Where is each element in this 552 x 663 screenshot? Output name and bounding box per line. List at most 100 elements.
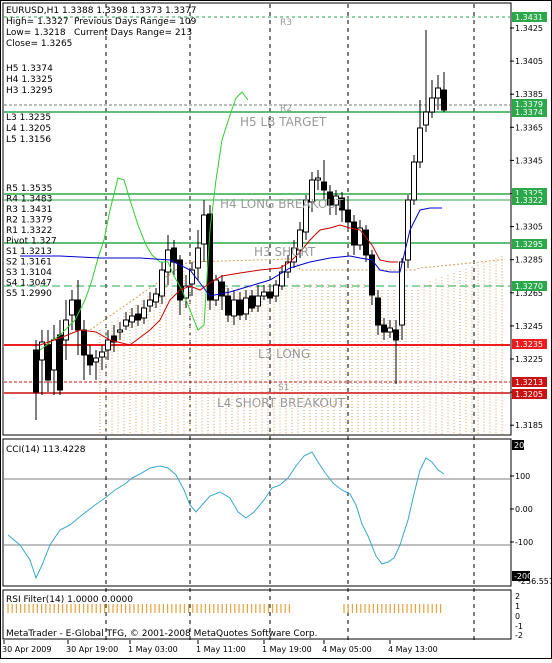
- close-text: Close= 1.3265: [6, 39, 72, 49]
- l5-value: L5 1.3156: [6, 135, 51, 145]
- candle-body: [165, 249, 171, 273]
- pivot-item: S4 1.3047: [6, 279, 52, 289]
- rsi-title: RSI Filter(14) 1.0000 0.0000: [6, 595, 133, 605]
- candle-body: [423, 111, 429, 126]
- low-text: Low= 1.3218: [6, 28, 66, 38]
- candle-body: [33, 349, 39, 393]
- copyright-footer: MetaTrader - E-Global TFG, © 2001-2008 M…: [6, 629, 318, 639]
- symbol-title: EURUSD,H1 1.3388 1.3398 1.3373 1.3377: [6, 6, 197, 16]
- candle-body: [231, 299, 237, 317]
- pivot-item: R3 1.3431: [6, 205, 52, 215]
- candle-body: [69, 299, 75, 316]
- candle-body: [123, 319, 129, 327]
- time-label: 1 May 11:00: [196, 645, 246, 654]
- price-tick-label: 1.3385: [515, 90, 543, 99]
- candle-body: [369, 254, 375, 296]
- price-tick-label: 1.3425: [515, 24, 543, 33]
- candle-body: [213, 279, 219, 301]
- cci-axis-label: -256.557: [518, 577, 552, 586]
- h4-breakout-label: H4 LONG BREAKOUT: [220, 197, 344, 211]
- cci-axis-label: -100: [515, 538, 533, 547]
- candle-body: [129, 315, 135, 323]
- candle-body: [93, 357, 99, 363]
- candle-body: [255, 295, 261, 307]
- candle-body: [381, 324, 387, 333]
- candle-body: [387, 327, 393, 333]
- candle-body: [153, 293, 159, 303]
- r2-label: R2: [280, 104, 292, 114]
- rsi-axis-label: 1: [515, 602, 520, 611]
- candle-body: [321, 181, 327, 191]
- price-tag-label: 1.3322: [515, 196, 543, 205]
- candle-body: [267, 291, 273, 299]
- price-tick-label: 1.3365: [515, 123, 543, 132]
- pivot-item: R4 1.3483: [6, 195, 52, 205]
- high-text: High= 1.3327: [6, 17, 69, 27]
- candle-body: [375, 297, 381, 326]
- mt4-chart-window[interactable]: EURUSD,H1 1.3388 1.3398 1.3373 1.3377 Hi…: [0, 0, 552, 659]
- candle-body: [195, 247, 201, 269]
- time-label: 4 May 13:00: [388, 645, 438, 654]
- candle-body: [159, 269, 165, 297]
- rsi-axis-label: 2: [515, 592, 520, 601]
- pivot-item: R2 1.3379: [6, 216, 53, 226]
- candle-body: [63, 319, 69, 341]
- candle-body: [411, 161, 417, 201]
- candle-body: [363, 229, 369, 256]
- candle-body: [99, 351, 105, 358]
- candle-body: [273, 284, 279, 297]
- price-tick-label: 1.3405: [515, 57, 543, 66]
- candle-body: [243, 297, 249, 315]
- candle-body: [441, 89, 447, 111]
- candle-body: [117, 329, 123, 333]
- price-tick-label: 1.3285: [515, 256, 543, 265]
- price-tag-label: 1.3270: [515, 282, 543, 291]
- cci-axis-label: 208.529: [514, 441, 547, 450]
- candle-body: [57, 334, 63, 391]
- h5-target-label: H5 LB TARGET: [240, 115, 327, 129]
- l3-value: L3 1.3235: [6, 113, 51, 123]
- s1-label: S1: [278, 383, 289, 393]
- candle-body: [51, 339, 57, 371]
- candle-body: [147, 299, 153, 307]
- price-tick-label: 1.3245: [515, 322, 543, 331]
- price-tick-label: 1.3305: [515, 223, 543, 232]
- candle-body: [429, 97, 435, 113]
- price-tag-label: 1.3431: [515, 13, 543, 22]
- candle-body: [201, 214, 207, 245]
- pivot-item: S1 1.3213: [6, 247, 52, 257]
- time-label: 4 May 05:00: [322, 645, 372, 654]
- cci-axis-label: 100: [515, 472, 530, 481]
- time-label: 1 May 19:00: [262, 645, 312, 654]
- time-label: 1 May 03:00: [128, 645, 178, 654]
- r3-label: R3: [280, 18, 292, 28]
- price-tag-label: 1.3205: [515, 390, 543, 399]
- candle-body: [417, 127, 423, 163]
- time-label: 30 Apr 2009: [2, 645, 51, 654]
- curr-range-text: Current Days Range= 213: [74, 28, 192, 38]
- candle-body: [105, 339, 111, 351]
- candle-body: [261, 291, 267, 297]
- candle-body: [171, 247, 177, 263]
- candle-body: [237, 299, 243, 316]
- rsi-axis-label: 0: [515, 612, 520, 621]
- candle-body: [225, 295, 231, 316]
- price-tick-label: 1.3345: [515, 156, 543, 165]
- l4-value: L4 1.3205: [6, 124, 51, 134]
- price-tick-label: 1.3225: [515, 355, 543, 364]
- chart-canvas[interactable]: EURUSD,H1 1.3388 1.3398 1.3373 1.3377 Hi…: [0, 0, 552, 659]
- l4-breakout-label: L4 SHORT BREAKOUT: [217, 396, 346, 410]
- pivot-item: R1 1.3322: [6, 226, 52, 236]
- pivot-item: S2 1.3161: [6, 258, 52, 268]
- rsi-axis-label: -1: [515, 622, 523, 631]
- candle-body: [45, 344, 51, 381]
- h5-value: H5 1.3374: [6, 64, 53, 74]
- cci-axis-label: 0.00: [515, 505, 533, 514]
- candle-body: [141, 307, 147, 319]
- pivot-item: S5 1.2990: [6, 289, 52, 299]
- rsi-axis-label: -2: [515, 631, 523, 640]
- candle-body: [87, 354, 93, 366]
- candle-body: [393, 329, 399, 341]
- pivot-item: R5 1.3535: [6, 184, 52, 194]
- candle-body: [81, 329, 87, 356]
